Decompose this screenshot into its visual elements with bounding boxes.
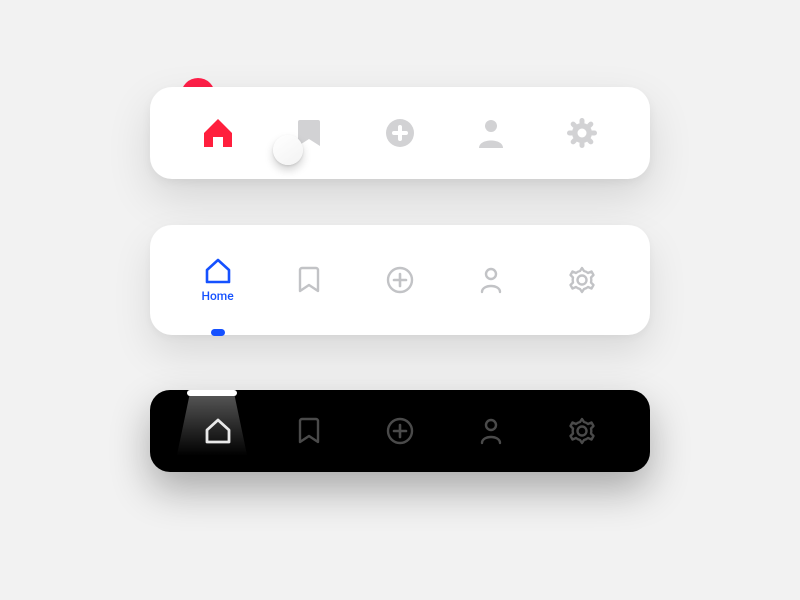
tabbar-dark (150, 390, 650, 472)
bookmark-icon (298, 266, 320, 294)
tab-profile[interactable] (461, 401, 521, 461)
tabbar-filled (150, 87, 650, 179)
tab-home[interactable] (188, 103, 248, 163)
tab-settings[interactable] (552, 401, 612, 461)
active-indicator-dot (211, 329, 225, 336)
gear-icon (566, 117, 598, 149)
gear-icon (567, 265, 597, 295)
plus-circle-icon (385, 265, 415, 295)
home-icon (204, 258, 232, 284)
tab-profile[interactable] (461, 103, 521, 163)
home-icon (203, 417, 233, 445)
tab-home[interactable]: Home (188, 250, 248, 310)
tab-add[interactable] (370, 103, 430, 163)
person-icon (479, 417, 503, 445)
tab-add[interactable] (370, 250, 430, 310)
tabbar-outline: Home (150, 225, 650, 335)
tab-add[interactable] (370, 401, 430, 461)
tab-bookmarks[interactable] (279, 250, 339, 310)
person-icon (479, 266, 503, 294)
tab-settings[interactable] (552, 103, 612, 163)
canvas: Home (0, 0, 800, 600)
bookmark-icon (298, 417, 320, 445)
tab-home[interactable] (188, 401, 248, 461)
tab-settings[interactable] (552, 250, 612, 310)
interaction-bubble (273, 135, 303, 165)
tab-profile[interactable] (461, 250, 521, 310)
tab-bookmarks[interactable] (279, 103, 339, 163)
person-icon (478, 118, 504, 148)
plus-circle-icon (384, 117, 416, 149)
spotlight-bar (187, 390, 237, 396)
home-icon (201, 117, 235, 149)
tab-bookmarks[interactable] (279, 401, 339, 461)
tab-label: Home (201, 289, 233, 303)
gear-icon (567, 416, 597, 446)
plus-circle-icon (385, 416, 415, 446)
